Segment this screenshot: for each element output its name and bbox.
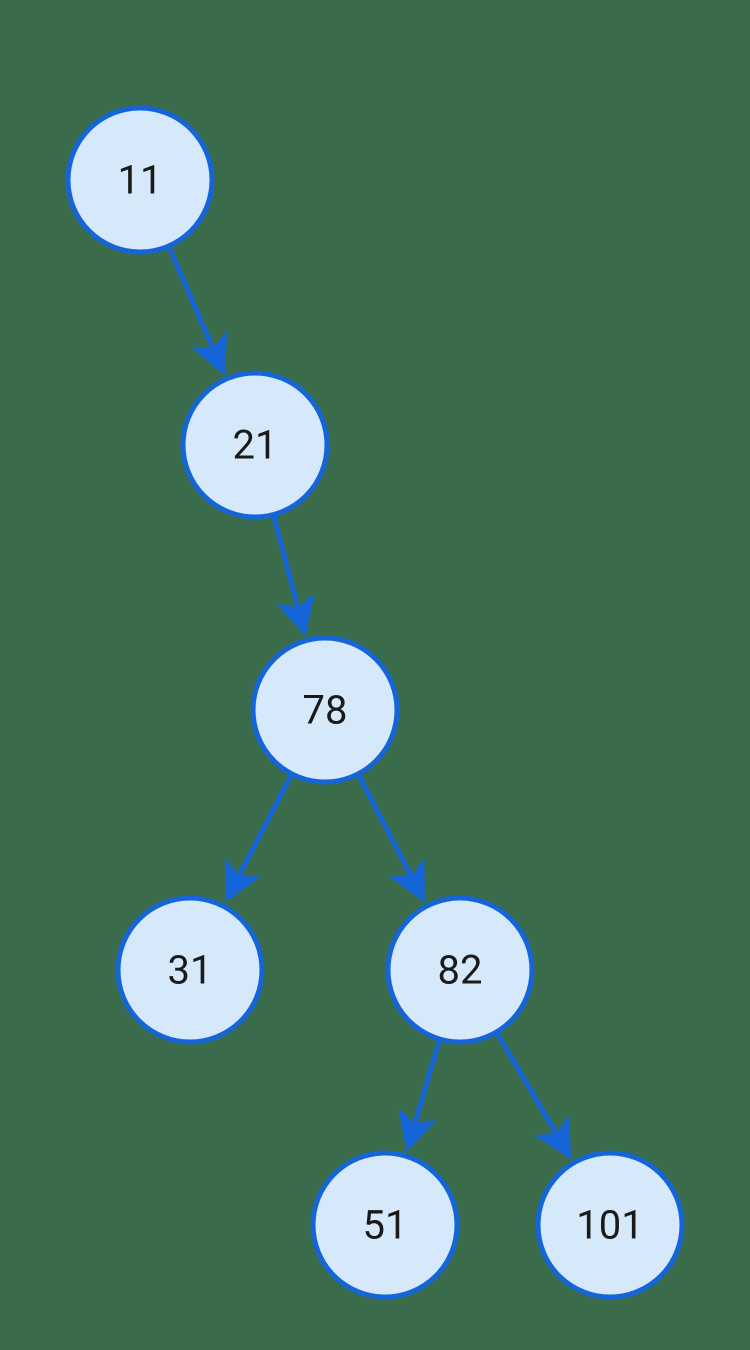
node-label: 51 (363, 1202, 408, 1249)
edge-n82-n101 (497, 1032, 567, 1151)
nodes-group: 11 21 78 31 82 51 101 (68, 108, 682, 1297)
tree-diagram: 11 21 78 31 82 51 101 (0, 0, 750, 1350)
node-51: 51 (313, 1153, 457, 1297)
node-label: 101 (576, 1202, 643, 1249)
node-label: 78 (303, 687, 348, 734)
edge-n11-n21 (169, 246, 221, 366)
node-label: 31 (168, 947, 213, 994)
node-label: 11 (118, 157, 163, 204)
edge-n21-n78 (273, 515, 303, 627)
node-31: 31 (118, 898, 262, 1042)
node-label: 21 (233, 422, 278, 469)
edge-n78-n31 (230, 774, 292, 894)
node-78: 78 (253, 638, 397, 782)
node-101: 101 (538, 1153, 682, 1297)
node-11: 11 (68, 108, 212, 252)
node-label: 82 (438, 947, 483, 994)
edge-n78-n82 (358, 774, 420, 894)
node-21: 21 (183, 373, 327, 517)
edge-n82-n51 (409, 1039, 439, 1142)
node-82: 82 (388, 898, 532, 1042)
